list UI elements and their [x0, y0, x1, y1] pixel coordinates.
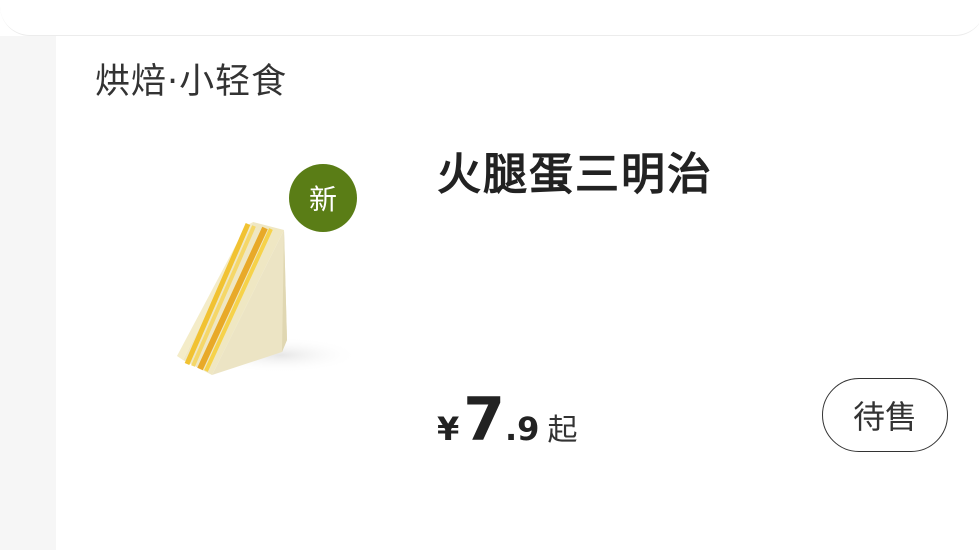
- price-decimal: .9: [505, 410, 540, 448]
- status-button[interactable]: 待售: [822, 378, 948, 452]
- price-currency: ¥: [437, 410, 460, 448]
- price-integer: 7: [463, 385, 506, 455]
- product-name[interactable]: 火腿蛋三明治: [437, 146, 713, 204]
- category-sidebar[interactable]: [0, 36, 56, 550]
- category-title: 烘焙·小轻食: [95, 62, 288, 102]
- price-suffix: 起: [547, 413, 578, 448]
- new-badge: 新: [289, 164, 357, 232]
- price: ¥ 7 .9 起: [437, 388, 577, 452]
- top-card: [0, 0, 979, 36]
